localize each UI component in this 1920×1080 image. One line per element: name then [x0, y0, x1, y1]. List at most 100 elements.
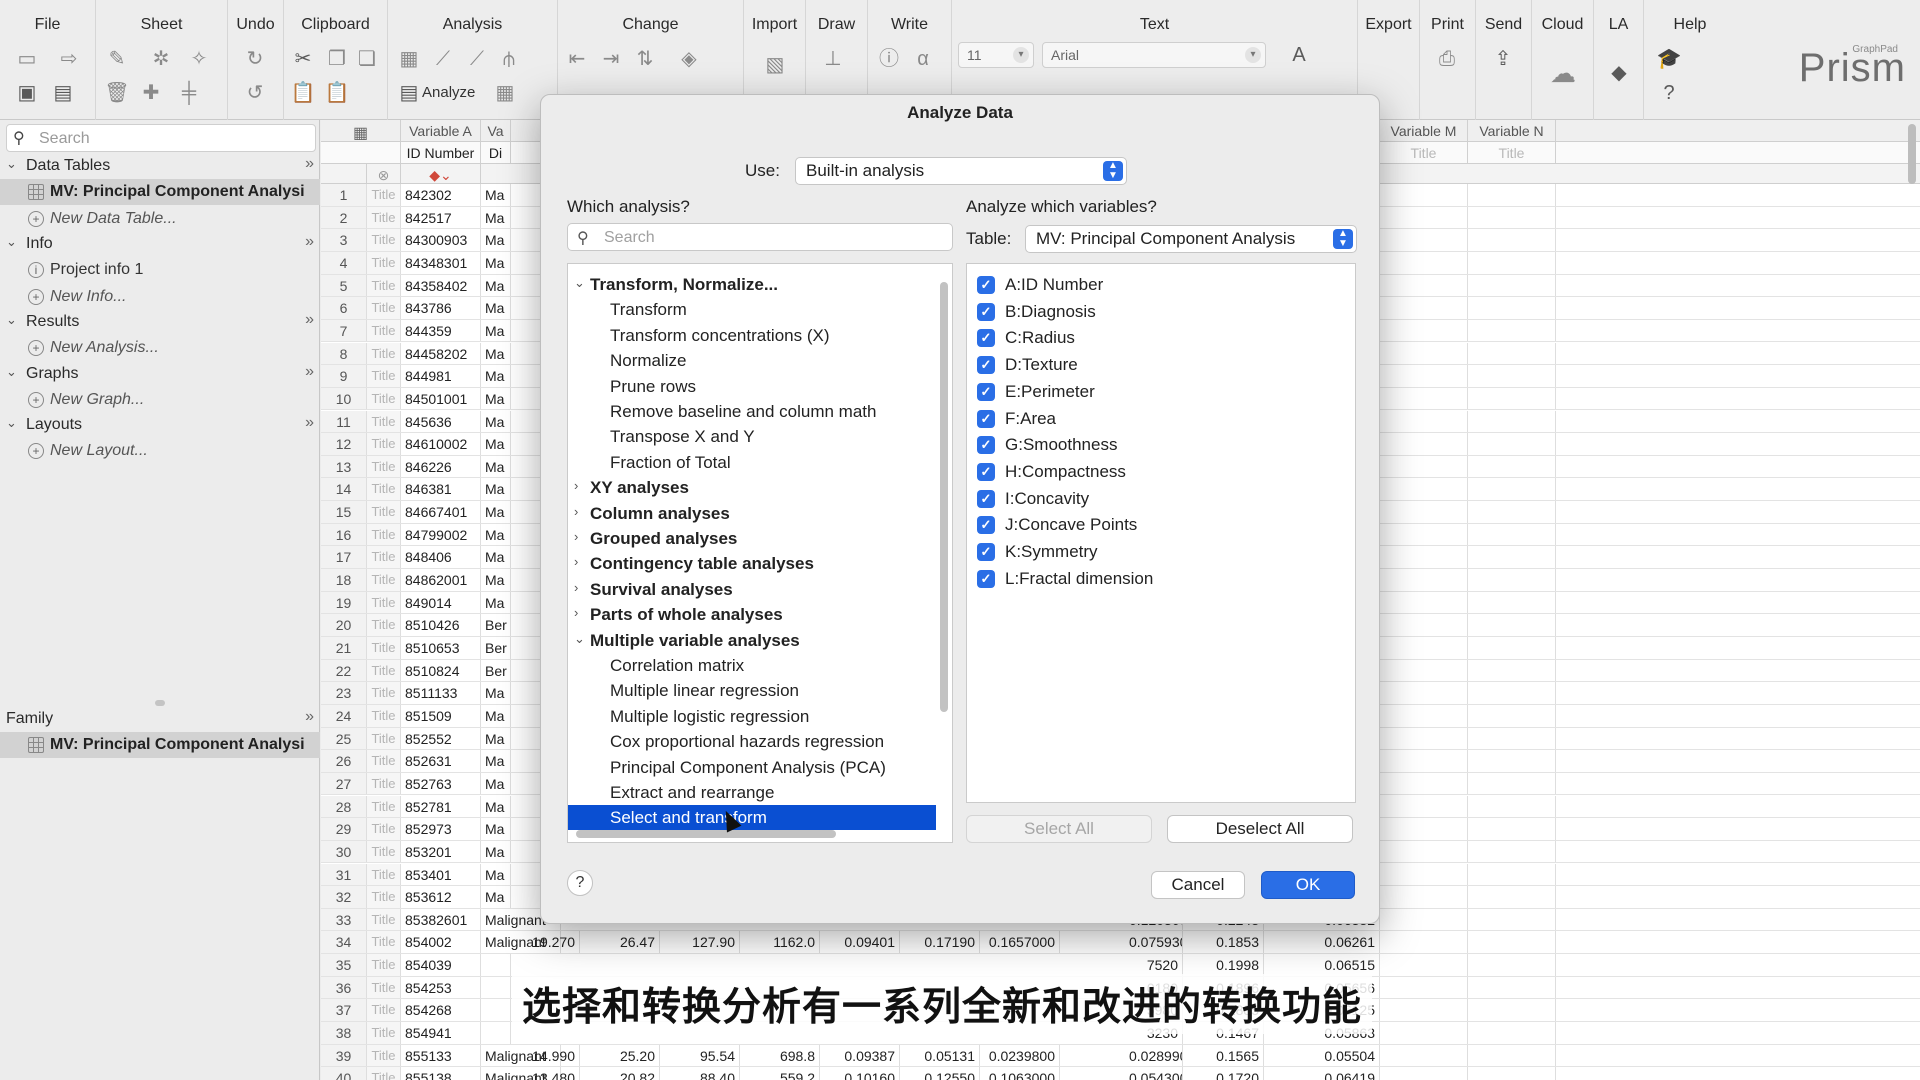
row-title[interactable]: Title — [367, 908, 401, 931]
row-title[interactable]: Title — [367, 704, 401, 727]
cell-empty[interactable] — [1380, 908, 1468, 931]
cell-id-number[interactable]: 84862001 — [401, 569, 481, 591]
cell-empty[interactable] — [1380, 478, 1468, 501]
chevron-down-icon[interactable]: ⌄ — [6, 415, 17, 431]
cell-empty[interactable] — [1468, 772, 1556, 795]
cell-id-number[interactable]: 842302 — [401, 184, 481, 206]
copy-special-icon[interactable]: ❏ — [354, 46, 380, 72]
analysis-category[interactable]: › Parts of whole analyses — [568, 602, 936, 627]
cell-id-number[interactable]: 844981 — [401, 365, 481, 387]
add-column-icon[interactable]: ╪ — [176, 80, 202, 106]
cell-empty[interactable] — [1468, 229, 1556, 251]
cell-empty[interactable] — [1468, 319, 1556, 342]
cell-empty[interactable] — [1380, 750, 1468, 772]
alpha-icon[interactable]: α — [910, 46, 936, 72]
row-number[interactable]: 36 — [321, 976, 367, 999]
checkbox-checked-icon[interactable]: ✓ — [977, 356, 995, 375]
gear-icon[interactable]: ✲ — [148, 46, 174, 72]
cell-empty[interactable] — [1468, 886, 1556, 908]
cell-empty[interactable] — [1468, 931, 1556, 954]
row-number[interactable]: 12 — [321, 433, 367, 455]
row-number[interactable]: 26 — [321, 750, 367, 772]
cell-id-number[interactable]: 853401 — [401, 863, 481, 886]
cell-empty[interactable] — [1380, 455, 1468, 478]
cell-id-number[interactable]: 84667401 — [401, 501, 481, 523]
cell-empty[interactable] — [1380, 886, 1468, 908]
row-number[interactable]: 18 — [321, 569, 367, 591]
cell-value[interactable]: 127.90 — [660, 931, 740, 954]
cell-diagnosis[interactable]: Ma — [481, 591, 511, 614]
row-title[interactable]: Title — [367, 206, 401, 229]
import-icon[interactable]: ▧ — [762, 52, 788, 78]
cell-empty[interactable] — [1468, 727, 1556, 750]
cell-id-number[interactable]: 848406 — [401, 546, 481, 568]
cell-diagnosis[interactable]: Ma — [481, 297, 511, 319]
analysis-item[interactable]: Transform concentrations (X) — [568, 323, 936, 348]
cell-concave-points[interactable]: 0.054300 — [1129, 1067, 1183, 1080]
copy-icon[interactable]: ❐ — [324, 46, 350, 72]
chevron-down-icon[interactable]: ⌄ — [574, 275, 585, 291]
cell-id-number[interactable]: 84300903 — [401, 229, 481, 251]
row-number[interactable]: 3 — [321, 229, 367, 251]
row-title[interactable]: Title — [367, 319, 401, 342]
cell-diagnosis[interactable]: Ma — [481, 433, 511, 455]
row-title[interactable]: Title — [367, 501, 401, 523]
cell-empty[interactable] — [1380, 251, 1468, 274]
analysis-category[interactable]: › XY analyses — [568, 475, 936, 500]
share-icon[interactable]: ⇪ — [1490, 46, 1516, 72]
cell-id-number[interactable]: 852763 — [401, 772, 481, 795]
cell-empty[interactable] — [1380, 1044, 1468, 1067]
row-number[interactable]: 20 — [321, 614, 367, 636]
analyze-button[interactable]: Analyze — [422, 84, 475, 101]
cell-diagnosis[interactable] — [481, 1022, 511, 1044]
row-title[interactable]: Title — [367, 523, 401, 546]
more-icon[interactable]: » — [305, 363, 314, 381]
table-icon[interactable]: ▦ — [492, 80, 518, 106]
cell-empty[interactable] — [1380, 342, 1468, 365]
row-title[interactable]: Title — [367, 297, 401, 319]
eraser-icon[interactable]: ✎ — [104, 46, 130, 72]
nav-item[interactable]: MV: Principal Component Analysi — [0, 179, 320, 205]
cell-diagnosis[interactable]: Ma — [481, 523, 511, 546]
tag-icon[interactable]: ◆⌄ — [401, 164, 481, 183]
cell-id-number[interactable]: 852552 — [401, 727, 481, 750]
column-header[interactable]: Variable N — [1468, 120, 1556, 141]
nav-section-results[interactable]: ⌄ Results » — [0, 310, 320, 334]
row-number[interactable]: 33 — [321, 908, 367, 931]
row-title[interactable]: Title — [367, 795, 401, 818]
cell-id-number[interactable]: 84348301 — [401, 251, 481, 274]
column-title[interactable]: Di — [481, 142, 511, 163]
cell-empty[interactable] — [1380, 433, 1468, 455]
analysis-item[interactable]: Multiple linear regression — [568, 678, 936, 703]
deselect-all-button[interactable]: Deselect All — [1167, 815, 1353, 843]
cell-concave-points[interactable]: 0.028990 — [1129, 1044, 1183, 1067]
select-all-button[interactable]: Select All — [966, 815, 1152, 843]
row-number[interactable]: 9 — [321, 365, 367, 387]
row-title[interactable]: Title — [367, 546, 401, 568]
analysis-category[interactable]: › Column analyses — [568, 501, 936, 526]
cell-empty[interactable] — [1468, 863, 1556, 886]
cell-diagnosis[interactable]: Ma — [481, 682, 511, 704]
paste-special-icon[interactable]: 📋 — [324, 80, 350, 106]
cell-id-number[interactable]: 8510426 — [401, 614, 481, 636]
chevron-down-icon[interactable]: ⌄ — [6, 234, 17, 250]
use-popup[interactable]: Built-in analysis ▲ ▼ — [795, 157, 1127, 185]
cell-diagnosis[interactable]: Ma — [481, 704, 511, 727]
row-title[interactable]: Title — [367, 682, 401, 704]
cell-value[interactable]: 14.990 — [500, 1044, 580, 1067]
analysis-category[interactable]: › Survival analyses — [568, 577, 936, 602]
cell-id-number[interactable]: 851509 — [401, 704, 481, 727]
analysis-item[interactable]: Normalize — [568, 348, 936, 373]
save-as-icon[interactable]: ▤ — [50, 80, 76, 106]
row-number[interactable]: 38 — [321, 1022, 367, 1044]
cell-empty[interactable] — [1380, 637, 1468, 659]
nav-section-info[interactable]: ⌄ Info » — [0, 232, 320, 256]
analysis-item[interactable]: Extract and rearrange — [568, 780, 936, 805]
cell-empty[interactable] — [1468, 433, 1556, 455]
row-number[interactable]: 22 — [321, 659, 367, 682]
cell-empty[interactable] — [1380, 387, 1468, 410]
cell-id-number[interactable]: 84358402 — [401, 274, 481, 297]
cell-concave-points[interactable]: 7520 — [1129, 954, 1183, 976]
cell-empty[interactable] — [1468, 818, 1556, 840]
chevron-right-icon[interactable]: › — [574, 478, 578, 493]
